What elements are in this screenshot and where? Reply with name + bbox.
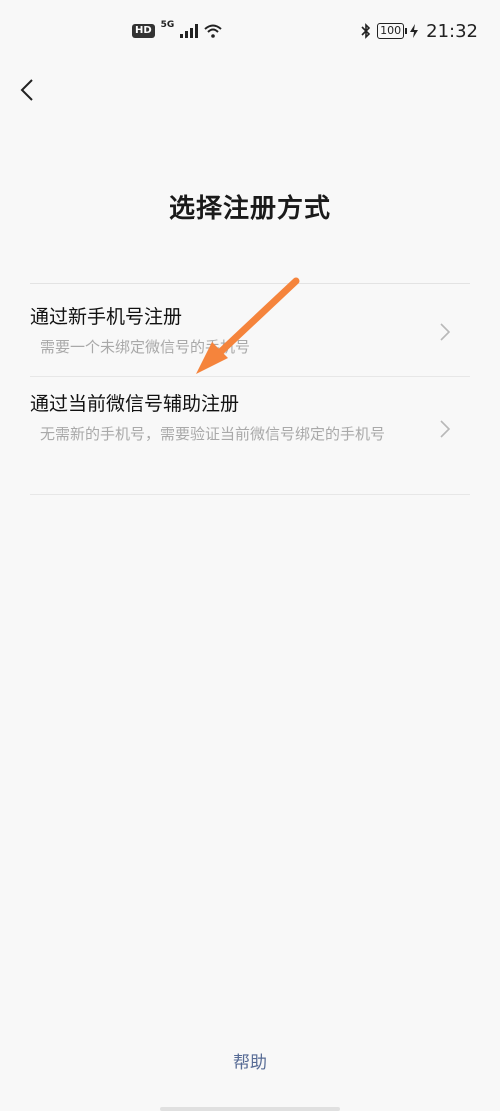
- page-title: 选择注册方式: [168, 194, 331, 224]
- status-right: 100 21:32: [361, 21, 478, 42]
- hd-badge: HD: [132, 24, 155, 38]
- back-button[interactable]: [12, 70, 42, 110]
- annotation-arrow-icon: [196, 277, 300, 374]
- registration-options: 通过新手机号注册 需要一个未绑定微信号的手机号 通过当前微信号辅助注册 无需新的…: [30, 283, 470, 495]
- charging-icon: [410, 24, 419, 38]
- option-description: 需要一个未绑定微信号的手机号: [40, 338, 251, 356]
- home-indicator: [160, 1107, 340, 1111]
- status-left: HD 5G: [132, 20, 222, 38]
- help-link[interactable]: 帮助: [0, 1048, 500, 1073]
- option-title: 通过当前微信号辅助注册: [30, 393, 240, 415]
- option-description: 无需新的手机号，需要验证当前微信号绑定的手机号: [40, 425, 386, 443]
- battery-indicator: 100: [377, 23, 408, 39]
- chevron-right-icon: [440, 323, 451, 341]
- status-bar: HD 5G 100 21:32: [0, 0, 500, 62]
- wifi-icon: [204, 24, 222, 38]
- clock: 21:32: [426, 20, 478, 42]
- network-type: 5G: [160, 20, 175, 30]
- option-new-phone[interactable]: 通过新手机号注册 需要一个未绑定微信号的手机号: [30, 284, 470, 377]
- option-assist-current-wechat[interactable]: 通过当前微信号辅助注册 无需新的手机号，需要验证当前微信号绑定的手机号: [30, 377, 470, 495]
- nav-bar: [0, 62, 500, 118]
- chevron-right-icon: [440, 420, 451, 438]
- signal-icon: [180, 24, 199, 38]
- option-title: 通过新手机号注册: [30, 306, 183, 328]
- bluetooth-icon: [361, 23, 371, 39]
- chevron-left-icon: [20, 79, 33, 101]
